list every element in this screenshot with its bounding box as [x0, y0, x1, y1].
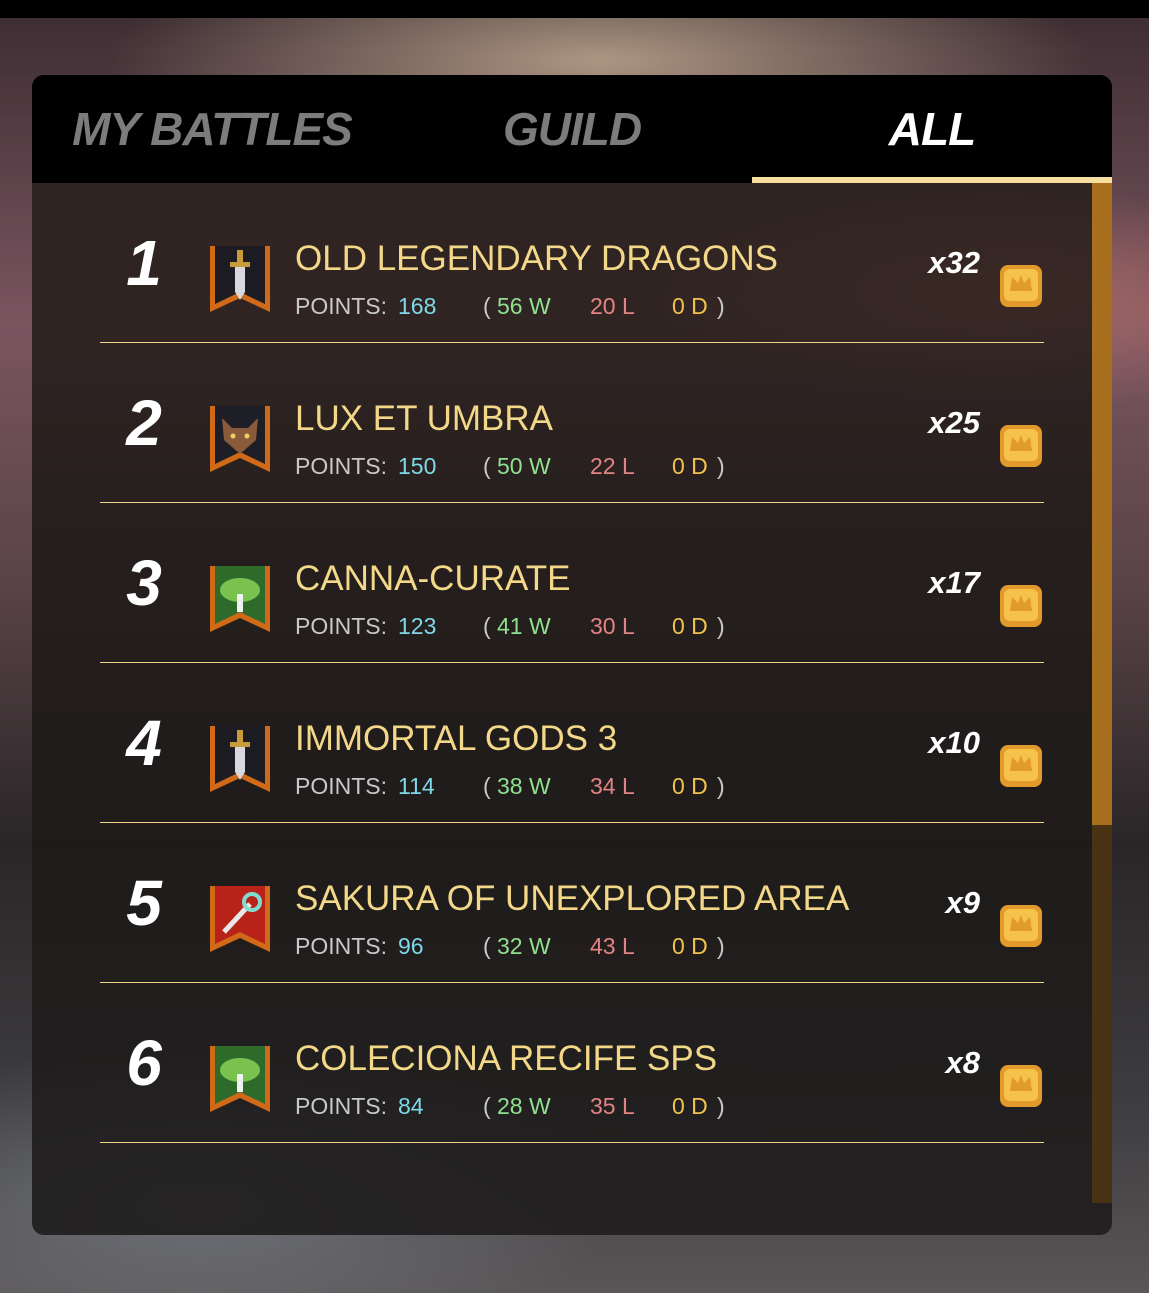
losses-value: 43 L	[590, 933, 635, 959]
paren-open: (	[483, 933, 491, 959]
points-value: 150	[398, 453, 437, 479]
paren-open: (	[483, 453, 491, 479]
wins-value: 56 W	[497, 293, 551, 319]
sword-banner-icon	[208, 726, 272, 792]
rank-number: 3	[126, 546, 162, 619]
losses-value: 22 L	[590, 453, 635, 479]
points-value: 84	[398, 1093, 424, 1119]
chest-icon	[998, 741, 1044, 789]
tab-my-battles[interactable]: MY BATTLES	[32, 75, 392, 183]
points-value: 168	[398, 293, 437, 319]
leaderboard-row[interactable]: 4 IMMORTAL GODS 3 POINTS: 114 (38 W 34 L 0 D) x…	[100, 663, 1044, 823]
leaderboard-row[interactable]: 2 LUX ET UMBRA POINTS: 150 (50 W 22 L 0 D) x25	[100, 343, 1044, 503]
leaderboard-row[interactable]: 1 OLD LEGENDARY DRAGONS POINTS: 168 (56 W 20 …	[100, 183, 1044, 343]
wins-value: 50 W	[497, 453, 551, 479]
wolf-banner-icon	[208, 406, 272, 472]
paren-close: )	[717, 1093, 725, 1119]
guild-name[interactable]: SAKURA OF UNEXPLORED AREA	[295, 879, 849, 919]
guild-name[interactable]: IMMORTAL GODS 3	[295, 719, 617, 759]
points-value: 96	[398, 933, 424, 959]
reward-multiplier: x9	[945, 884, 980, 920]
losses-value: 34 L	[590, 773, 635, 799]
wins-value: 38 W	[497, 773, 551, 799]
wins-value: 28 W	[497, 1093, 551, 1119]
losses-value: 30 L	[590, 613, 635, 639]
losses-value: 35 L	[590, 1093, 635, 1119]
guild-name[interactable]: LUX ET UMBRA	[295, 399, 553, 439]
reward-multiplier: x10	[928, 724, 980, 760]
points-label: POINTS:	[295, 613, 388, 639]
points-label: POINTS:	[295, 1093, 388, 1119]
tree-banner-icon	[208, 1046, 272, 1112]
paren-open: (	[483, 1093, 491, 1119]
paren-open: (	[483, 293, 491, 319]
scrollbar-thumb[interactable]	[1092, 183, 1112, 825]
draws-value: 0 D	[672, 1093, 708, 1119]
points-value: 114	[398, 773, 435, 799]
tab-all[interactable]: ALL	[752, 75, 1112, 183]
paren-close: )	[717, 773, 725, 799]
leaderboard-row[interactable]: 6 COLECIONA RECIFE SPS POINTS: 84 (28 W 35 L 0…	[100, 983, 1044, 1143]
draws-value: 0 D	[672, 453, 708, 479]
reward-multiplier: x25	[928, 404, 980, 440]
points-label: POINTS:	[295, 293, 388, 319]
guild-name[interactable]: COLECIONA RECIFE SPS	[295, 1039, 717, 1079]
leaderboard-row[interactable]: 5 SAKURA OF UNEXPLORED AREA POINTS: 96 (32 W…	[100, 823, 1044, 983]
draws-value: 0 D	[672, 933, 708, 959]
paren-close: )	[717, 613, 725, 639]
points-label: POINTS:	[295, 933, 388, 959]
guild-name[interactable]: OLD LEGENDARY DRAGONS	[295, 239, 778, 279]
points-label: POINTS:	[295, 453, 388, 479]
paren-close: )	[717, 293, 725, 319]
staff-banner-icon	[208, 886, 272, 952]
paren-open: (	[483, 773, 491, 799]
chest-icon	[998, 581, 1044, 629]
tree-banner-icon	[208, 566, 272, 632]
leaderboard-panel: MY BATTLES GUILD ALL 1 OLD LEGENDARY DRAG…	[32, 75, 1112, 1235]
chest-icon	[998, 901, 1044, 949]
chest-icon	[998, 261, 1044, 309]
wins-value: 32 W	[497, 933, 551, 959]
draws-value: 0 D	[672, 293, 708, 319]
tab-bar: MY BATTLES GUILD ALL	[32, 75, 1112, 183]
guild-name[interactable]: CANNA-CURATE	[295, 559, 570, 599]
rank-number: 4	[126, 706, 162, 779]
reward-multiplier: x32	[928, 244, 980, 280]
paren-open: (	[483, 613, 491, 639]
rank-number: 2	[126, 386, 162, 459]
sword-banner-icon	[208, 246, 272, 312]
wins-value: 41 W	[497, 613, 551, 639]
draws-value: 0 D	[672, 773, 708, 799]
rank-number: 6	[126, 1026, 162, 1099]
losses-value: 20 L	[590, 293, 635, 319]
reward-multiplier: x8	[945, 1044, 980, 1080]
reward-multiplier: x17	[928, 564, 980, 600]
paren-close: )	[717, 933, 725, 959]
chest-icon	[998, 1061, 1044, 1109]
scrollbar[interactable]	[1092, 183, 1112, 1203]
paren-close: )	[717, 453, 725, 479]
top-bar	[0, 0, 1149, 18]
chest-icon	[998, 421, 1044, 469]
rank-number: 5	[126, 866, 162, 939]
points-label: POINTS:	[295, 773, 388, 799]
leaderboard-list: 1 OLD LEGENDARY DRAGONS POINTS: 168(56 W 20 …	[100, 183, 1044, 1143]
leaderboard-row[interactable]: 3 CANNA-CURATE POINTS: 123 (41 W 30 L 0 D) x17	[100, 503, 1044, 663]
rank-number: 1	[126, 226, 162, 299]
draws-value: 0 D	[672, 613, 708, 639]
tab-guild[interactable]: GUILD	[392, 75, 752, 183]
points-value: 123	[398, 613, 437, 639]
